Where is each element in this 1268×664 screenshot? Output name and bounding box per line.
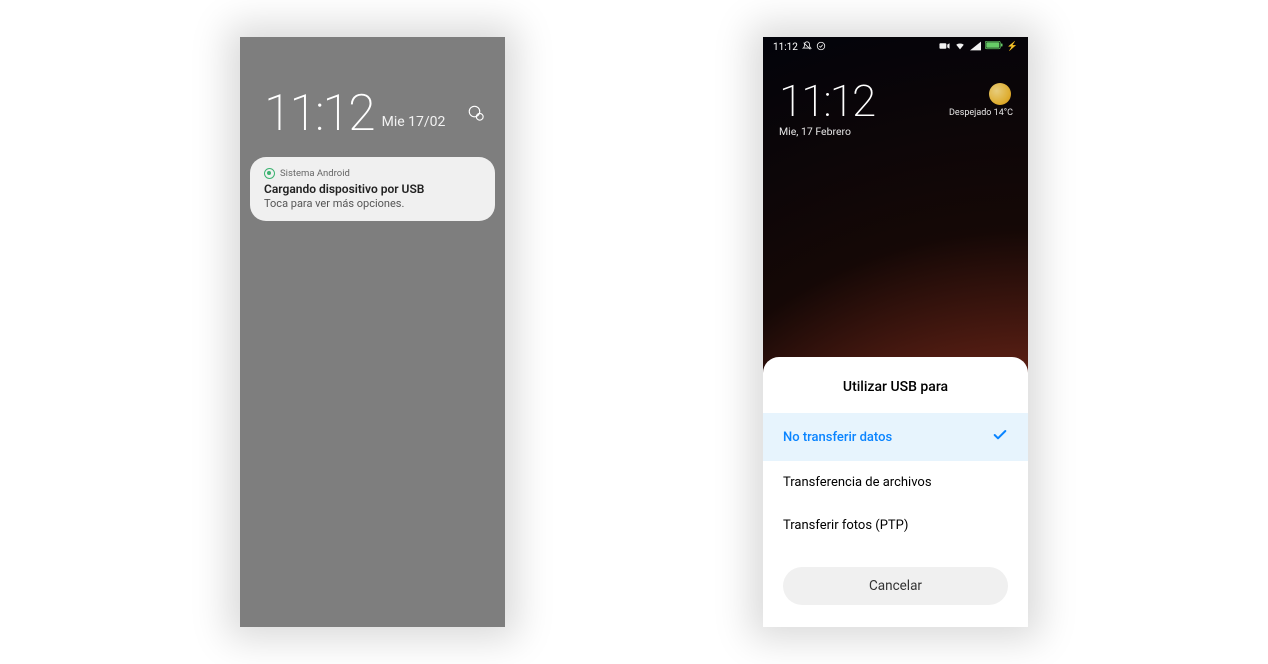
battery-icon [985,41,1003,53]
cancel-button[interactable]: Cancelar [783,567,1008,605]
clock-time: 11:12 [264,89,374,139]
phone-notification-shade: 11:12 Mie 17/02 Sistema Android Cargando… [240,37,505,627]
cancel-label: Cancelar [869,578,922,594]
usb-mode-sheet: Utilizar USB para No transferir datos Tr… [763,357,1028,627]
phone-home-usb-dialog: 11:12 ⚡ 11:12 Mie [763,37,1028,627]
usb-option-file-transfer[interactable]: Transferencia de archivos [763,461,1028,504]
notification-header: Sistema Android [264,168,481,179]
sync-icon [816,41,826,54]
option-label: No transferir datos [783,430,892,445]
home-date: Mie, 17 Febrero [779,125,874,138]
notification-body: Toca para ver más opciones. [264,197,481,210]
sun-icon [989,83,1011,105]
charging-icon: ⚡ [1007,42,1018,52]
home-time: 11:12 [779,79,874,123]
android-system-icon [264,168,275,179]
usb-notification[interactable]: Sistema Android Cargando dispositivo por… [250,157,495,221]
notification-settings-icon[interactable] [467,104,485,126]
weather-label: Despejado 14°C [949,108,1013,118]
status-time: 11:12 [773,42,798,53]
signal-icon [970,41,981,54]
sheet-title: Utilizar USB para [763,379,1028,395]
shade-header: 11:12 Mie 17/02 [240,37,505,157]
weather-widget[interactable]: Despejado 14°C [949,83,1013,118]
clock-date: Mie 17/02 [382,114,446,130]
status-bar: 11:12 ⚡ [763,37,1028,57]
usb-option-ptp[interactable]: Transferir fotos (PTP) [763,504,1028,547]
home-clock-widget: 11:12 Mie, 17 Febrero Despejado 14°C [763,57,1028,143]
option-label: Transferencia de archivos [783,475,932,490]
option-label: Transferir fotos (PTP) [783,518,908,533]
camera-indicator-icon [939,42,950,53]
dnd-icon [802,41,812,54]
notification-title: Cargando dispositivo por USB [264,182,481,196]
usb-option-no-transfer[interactable]: No transferir datos [763,413,1028,461]
check-icon [992,427,1008,447]
wifi-icon [954,41,966,54]
notification-app-name: Sistema Android [280,168,350,179]
